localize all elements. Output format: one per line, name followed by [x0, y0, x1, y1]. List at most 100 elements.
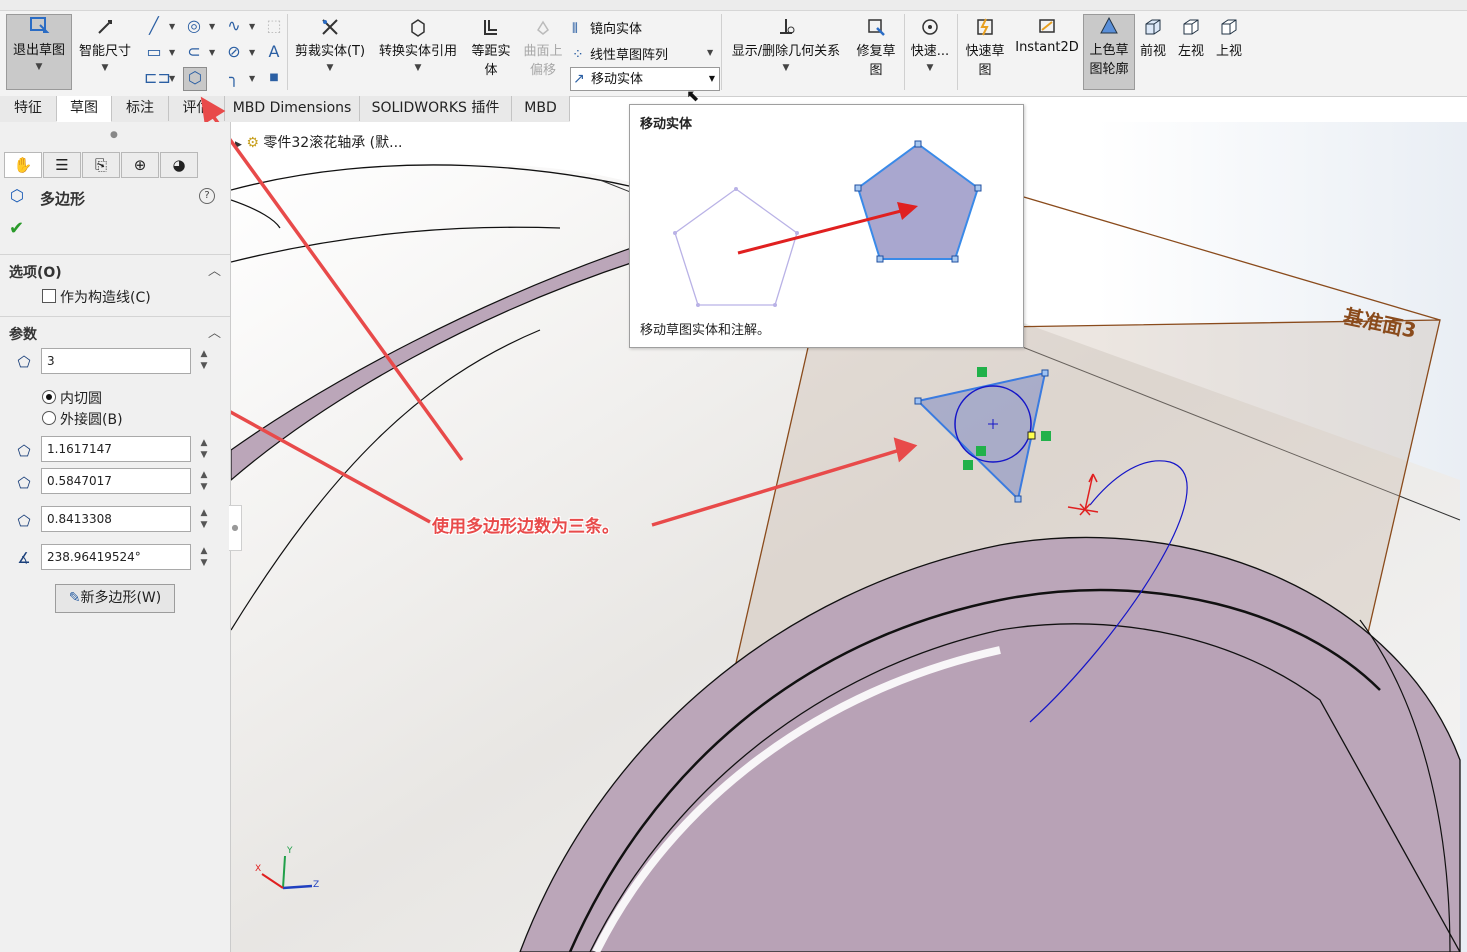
new-polygon-button[interactable]: ✎新多边形(W): [55, 584, 175, 613]
left-view-icon: [1183, 19, 1199, 35]
rapid-sketch-button[interactable]: 快速草 图: [960, 16, 1010, 90]
construction-checkbox[interactable]: 作为构造线(C): [42, 287, 151, 307]
tooltip-description: 移动草图实体和注解。: [640, 323, 771, 338]
center-y-input[interactable]: 0.5847017: [41, 468, 191, 494]
fillet-tool-icon[interactable]: ╮: [224, 68, 244, 88]
tab-mbd-dimensions[interactable]: MBD Dimensions: [225, 96, 360, 121]
collapse-icon[interactable]: ︿: [208, 260, 221, 279]
offset-entities-button[interactable]: 等距实 体: [466, 16, 516, 90]
chevron-down-icon[interactable]: ▼: [927, 63, 934, 73]
chevron-down-icon[interactable]: ▼: [169, 22, 175, 31]
tab-evaluate[interactable]: 评估: [169, 96, 225, 121]
tab-sketch[interactable]: 草图: [57, 96, 112, 122]
chevron-down-icon[interactable]: ▼: [709, 68, 715, 90]
help-icon[interactable]: ?: [199, 188, 215, 204]
chevron-down-icon[interactable]: ▼: [36, 62, 43, 72]
inscribed-circle-radio[interactable]: 内切圆: [42, 388, 102, 408]
feature-tree-root[interactable]: ▶ ⚙ 零件32滚花轴承 (默...: [235, 132, 402, 152]
text-tool-icon[interactable]: A: [264, 42, 284, 62]
line-tool-icon[interactable]: ╱: [144, 16, 164, 36]
left-view-button[interactable]: 左视: [1174, 16, 1208, 76]
propertymanager-tab-icon[interactable]: ☰: [43, 152, 81, 178]
expand-arrow-icon[interactable]: ▶: [235, 140, 242, 150]
shaded-sketch-contours-button[interactable]: 上色草 图轮廓: [1083, 14, 1135, 90]
panel-collapse-handle[interactable]: ●: [229, 505, 242, 551]
linear-pattern-button[interactable]: ⁘ 线性草图阵列: [572, 44, 668, 63]
offset-icon: [484, 20, 497, 35]
tab-markup[interactable]: 标注: [112, 96, 169, 121]
angle-input[interactable]: 238.96419524°: [41, 544, 191, 570]
convert-entities-button[interactable]: 转换实体引用 ▼: [372, 16, 464, 90]
params-header[interactable]: 参数: [9, 324, 37, 344]
chevron-down-icon[interactable]: ▼: [209, 48, 215, 57]
point-tool-icon[interactable]: ■: [264, 68, 284, 88]
sides-count-input[interactable]: 3: [41, 348, 191, 374]
tab-features[interactable]: 特征: [0, 96, 57, 121]
featuremanager-tab-icon[interactable]: ✋: [4, 152, 42, 178]
configurationmanager-tab-icon[interactable]: ⎘: [82, 152, 120, 178]
slot-straight-icon[interactable]: ⊏⊐: [144, 68, 171, 88]
ok-checkmark-icon[interactable]: ✔: [9, 218, 24, 239]
rectangle-tool-icon[interactable]: ▭: [144, 42, 164, 62]
tab-mbd[interactable]: MBD: [512, 96, 570, 121]
collapse-icon[interactable]: ︿: [208, 322, 221, 341]
chevron-down-icon[interactable]: ▼: [783, 63, 790, 73]
diameter-icon: ⬠: [17, 512, 31, 530]
center-x-icon: ⬠: [17, 442, 31, 460]
display-manager-tab-icon[interactable]: ◕: [160, 152, 198, 178]
ellipse-tool-icon[interactable]: ⊘: [224, 42, 244, 62]
offset-surface-icon: [537, 20, 549, 35]
tab-solidworks-addins[interactable]: SOLIDWORKS 插件: [360, 96, 512, 121]
sides-spinner[interactable]: ▲ ▼: [197, 348, 211, 372]
angle-spinner[interactable]: ▲ ▼: [197, 545, 211, 569]
diameter-input[interactable]: 0.8413308: [41, 506, 191, 532]
divider: [0, 254, 230, 255]
chevron-down-icon[interactable]: ▼: [169, 48, 175, 57]
mirror-entities-button[interactable]: ⫴ 镜向实体: [572, 18, 642, 37]
circumscribed-circle-radio[interactable]: 外接圆(B): [42, 409, 123, 429]
center-x-spinner[interactable]: ▲ ▼: [197, 437, 211, 461]
chevron-down-icon[interactable]: ▼: [327, 63, 334, 73]
chevron-down-icon[interactable]: ▼: [102, 63, 109, 73]
circle-tool-icon[interactable]: ◎: [184, 16, 204, 36]
spline-tool-icon[interactable]: ∿: [224, 16, 244, 36]
chevron-down-icon[interactable]: ▼: [707, 48, 713, 57]
mirror-icon: ⫴: [572, 21, 578, 37]
front-view-button[interactable]: 前视: [1136, 16, 1170, 76]
part-icon: ⚙: [246, 135, 259, 151]
diameter-spinner[interactable]: ▲ ▼: [197, 507, 211, 531]
display-delete-relations-button[interactable]: 显示/删除几何关系 ▼: [724, 16, 848, 90]
radio-dot[interactable]: [42, 411, 56, 425]
move-icon: ↗: [573, 71, 585, 87]
offset-on-surface-button[interactable]: 曲面上 偏移: [518, 16, 568, 90]
chevron-down-icon[interactable]: ▼: [249, 74, 255, 83]
repair-sketch-button[interactable]: 修复草 图: [852, 16, 900, 90]
annotation-text: 使用多边形边数为三条。: [432, 517, 619, 537]
quick-snaps-button[interactable]: 快速... ▼: [907, 16, 953, 90]
center-x-input[interactable]: 1.1617147: [41, 436, 191, 462]
checkbox-box[interactable]: [42, 289, 56, 303]
repair-sketch-icon: [868, 19, 885, 36]
chevron-down-icon[interactable]: ▼: [169, 74, 175, 83]
slot-tool-icon[interactable]: ⊂: [184, 42, 204, 62]
options-header[interactable]: 选项(O): [9, 262, 62, 282]
quick-access-strip: [0, 0, 1467, 11]
chevron-down-icon[interactable]: ▼: [209, 22, 215, 31]
top-view-button[interactable]: 上视: [1212, 16, 1246, 76]
divider: [0, 316, 230, 317]
shaded-sketch-icon: [1100, 16, 1118, 34]
radio-dot[interactable]: [42, 390, 56, 404]
chevron-down-icon[interactable]: ▼: [249, 22, 255, 31]
instant2d-button[interactable]: Instant2D: [1013, 16, 1081, 90]
exit-sketch-button[interactable]: 退出草图 ▼: [6, 14, 72, 90]
chevron-down-icon[interactable]: ▼: [249, 48, 255, 57]
center-y-spinner[interactable]: ▲ ▼: [197, 469, 211, 493]
smart-dimension-button[interactable]: 智能尺寸 ▼: [76, 16, 134, 90]
trim-entities-button[interactable]: 剪裁实体(T) ▼: [292, 16, 368, 90]
dimxpert-tab-icon[interactable]: ⊕: [121, 152, 159, 178]
rapid-sketch-icon: [977, 18, 993, 36]
panel-grip-dot[interactable]: ●: [110, 130, 118, 140]
chevron-down-icon[interactable]: ▼: [415, 63, 422, 73]
sketch-grid-icon[interactable]: ⬚: [264, 16, 284, 36]
polygon-tool-icon[interactable]: ⬡: [183, 67, 207, 91]
